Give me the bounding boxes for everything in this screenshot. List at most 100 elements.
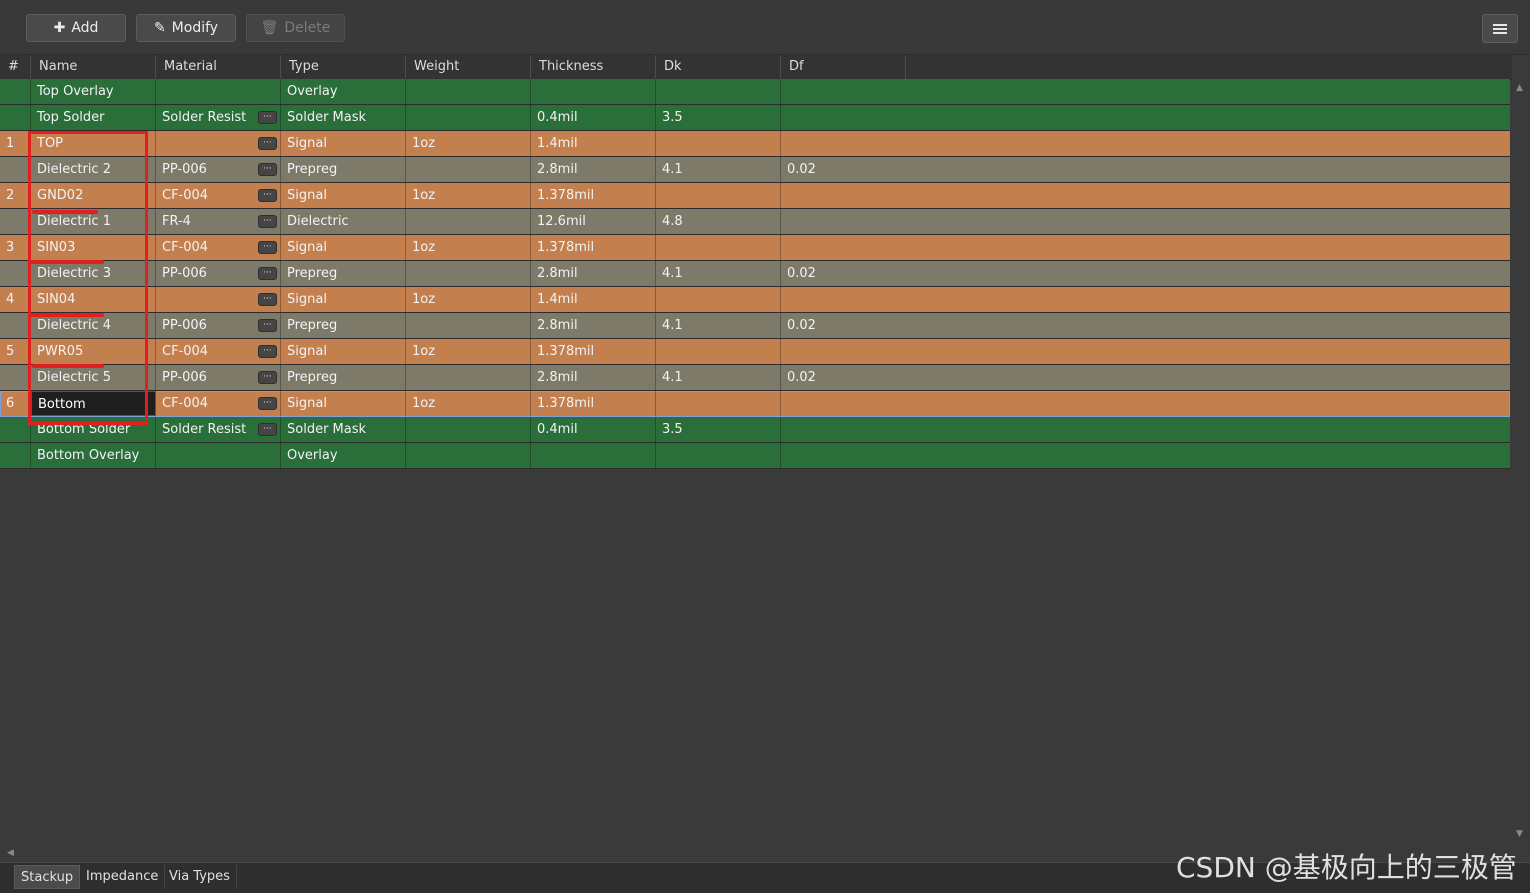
df-cell[interactable] — [781, 391, 906, 416]
tab-via-types[interactable]: Via Types — [163, 865, 237, 889]
weight-cell[interactable]: 1oz — [406, 183, 531, 208]
thickness-cell[interactable]: 0.4mil — [531, 417, 656, 442]
material-browse-button[interactable]: ··· — [258, 345, 277, 358]
table-row[interactable]: 5 PWR05 CF-004 Signal 1oz 1.378mil ··· — [0, 339, 1510, 365]
df-cell[interactable] — [781, 209, 906, 234]
material-browse-button[interactable]: ··· — [258, 293, 277, 306]
material-browse-button[interactable]: ··· — [258, 215, 277, 228]
weight-cell[interactable] — [406, 417, 531, 442]
table-row[interactable]: Top Solder Solder Resist Solder Mask 0.4mil… — [0, 105, 1510, 131]
table-row[interactable]: Bottom Solder Solder Resist Solder Mask 0.4… — [0, 417, 1510, 443]
material-browse-button[interactable]: ··· — [258, 319, 277, 332]
layer-name-cell[interactable]: TOP — [31, 131, 156, 156]
df-cell[interactable] — [781, 183, 906, 208]
type-cell[interactable]: Prepreg — [281, 313, 406, 338]
menu-button[interactable] — [1482, 14, 1518, 43]
layer-number-cell[interactable] — [0, 443, 31, 468]
column-header-name[interactable]: Name — [31, 55, 156, 79]
layer-name-cell[interactable]: PWR05 — [31, 339, 156, 364]
column-header-num[interactable]: # — [0, 55, 31, 79]
add-button[interactable]: ✚ Add — [26, 14, 126, 42]
weight-cell[interactable] — [406, 209, 531, 234]
table-row[interactable]: Dielectric 1 FR-4 Dielectric 12.6mil 4.8 ··· — [0, 209, 1510, 235]
delete-button[interactable]: 🗑 Delete — [246, 14, 345, 42]
column-header-thickness[interactable]: Thickness — [531, 55, 656, 79]
dk-cell[interactable]: 3.5 — [656, 105, 781, 130]
thickness-cell[interactable]: 2.8mil — [531, 157, 656, 182]
thickness-cell[interactable]: 1.4mil — [531, 131, 656, 156]
vertical-scrollbar[interactable]: ▲ ▼ — [1512, 79, 1530, 847]
tab-stackup[interactable]: Stackup — [14, 865, 81, 889]
material-browse-button[interactable]: ··· — [258, 241, 277, 254]
dk-cell[interactable]: 4.1 — [656, 261, 781, 286]
material-browse-button[interactable]: ··· — [258, 137, 277, 150]
type-cell[interactable]: Prepreg — [281, 261, 406, 286]
weight-cell[interactable] — [406, 157, 531, 182]
dk-cell[interactable]: 4.1 — [656, 313, 781, 338]
layer-name-cell[interactable]: SIN04 — [31, 287, 156, 312]
tab-impedance[interactable]: Impedance — [80, 865, 166, 889]
df-cell[interactable]: 0.02 — [781, 365, 906, 390]
thickness-cell[interactable]: 1.378mil — [531, 235, 656, 260]
thickness-cell[interactable]: 2.8mil — [531, 313, 656, 338]
layer-number-cell[interactable]: 3 — [0, 235, 31, 260]
layer-name-cell[interactable]: Dielectric 2 — [31, 157, 156, 182]
df-cell[interactable] — [781, 235, 906, 260]
dk-cell[interactable]: 3.5 — [656, 417, 781, 442]
column-header-material[interactable]: Material — [156, 55, 281, 79]
type-cell[interactable]: Solder Mask — [281, 417, 406, 442]
table-row[interactable]: Dielectric 5 PP-006 Prepreg 2.8mil 4.1 0.02 ··… — [0, 365, 1510, 391]
dk-cell[interactable] — [656, 235, 781, 260]
layer-number-cell[interactable] — [0, 261, 31, 286]
layer-number-cell[interactable] — [0, 313, 31, 338]
table-row[interactable]: 4 SIN04 Signal 1oz 1.4mil ··· — [0, 287, 1510, 313]
thickness-cell[interactable]: 1.378mil — [531, 183, 656, 208]
column-header-type[interactable]: Type — [281, 55, 406, 79]
table-row[interactable]: 6 Bottom CF-004 Signal 1oz 1.378mil ··· — [0, 391, 1510, 417]
layer-number-cell[interactable]: 1 — [0, 131, 31, 156]
layer-name-cell[interactable]: Bottom Overlay — [31, 443, 156, 468]
material-browse-button[interactable]: ··· — [258, 423, 277, 436]
df-cell[interactable] — [781, 417, 906, 442]
layer-number-cell[interactable]: 5 — [0, 339, 31, 364]
layer-name-cell[interactable]: Dielectric 3 — [31, 261, 156, 286]
dk-cell[interactable] — [656, 79, 781, 104]
type-cell[interactable]: Signal — [281, 235, 406, 260]
scroll-left-icon[interactable]: ◀ — [7, 848, 14, 858]
material-browse-button[interactable]: ··· — [258, 111, 277, 124]
layer-number-cell[interactable]: 2 — [0, 183, 31, 208]
thickness-cell[interactable]: 2.8mil — [531, 365, 656, 390]
layer-number-cell[interactable] — [0, 157, 31, 182]
material-browse-button[interactable]: ··· — [258, 189, 277, 202]
df-cell[interactable] — [781, 131, 906, 156]
df-cell[interactable] — [781, 105, 906, 130]
df-cell[interactable]: 0.02 — [781, 157, 906, 182]
layer-number-cell[interactable] — [0, 365, 31, 390]
type-cell[interactable]: Dielectric — [281, 209, 406, 234]
thickness-cell[interactable]: 2.8mil — [531, 261, 656, 286]
dk-cell[interactable] — [656, 443, 781, 468]
weight-cell[interactable]: 1oz — [406, 131, 531, 156]
weight-cell[interactable] — [406, 105, 531, 130]
layer-number-cell[interactable] — [0, 209, 31, 234]
layer-number-cell[interactable] — [0, 417, 31, 442]
thickness-cell[interactable] — [531, 443, 656, 468]
weight-cell[interactable]: 1oz — [406, 339, 531, 364]
table-row[interactable]: Dielectric 4 PP-006 Prepreg 2.8mil 4.1 0.02 ··… — [0, 313, 1510, 339]
weight-cell[interactable]: 1oz — [406, 235, 531, 260]
dk-cell[interactable]: 4.1 — [656, 157, 781, 182]
modify-button[interactable]: ✎ Modify — [136, 14, 236, 42]
type-cell[interactable]: Signal — [281, 131, 406, 156]
table-row[interactable]: Dielectric 2 PP-006 Prepreg 2.8mil 4.1 0.02 ··… — [0, 157, 1510, 183]
thickness-cell[interactable] — [531, 79, 656, 104]
dk-cell[interactable]: 4.1 — [656, 365, 781, 390]
scroll-up-icon[interactable]: ▲ — [1516, 83, 1523, 93]
thickness-cell[interactable]: 1.4mil — [531, 287, 656, 312]
material-browse-button[interactable]: ··· — [258, 163, 277, 176]
table-row[interactable]: Bottom Overlay Overlay — [0, 443, 1510, 469]
df-cell[interactable] — [781, 443, 906, 468]
dk-cell[interactable] — [656, 131, 781, 156]
dk-cell[interactable] — [656, 391, 781, 416]
weight-cell[interactable] — [406, 261, 531, 286]
df-cell[interactable] — [781, 287, 906, 312]
